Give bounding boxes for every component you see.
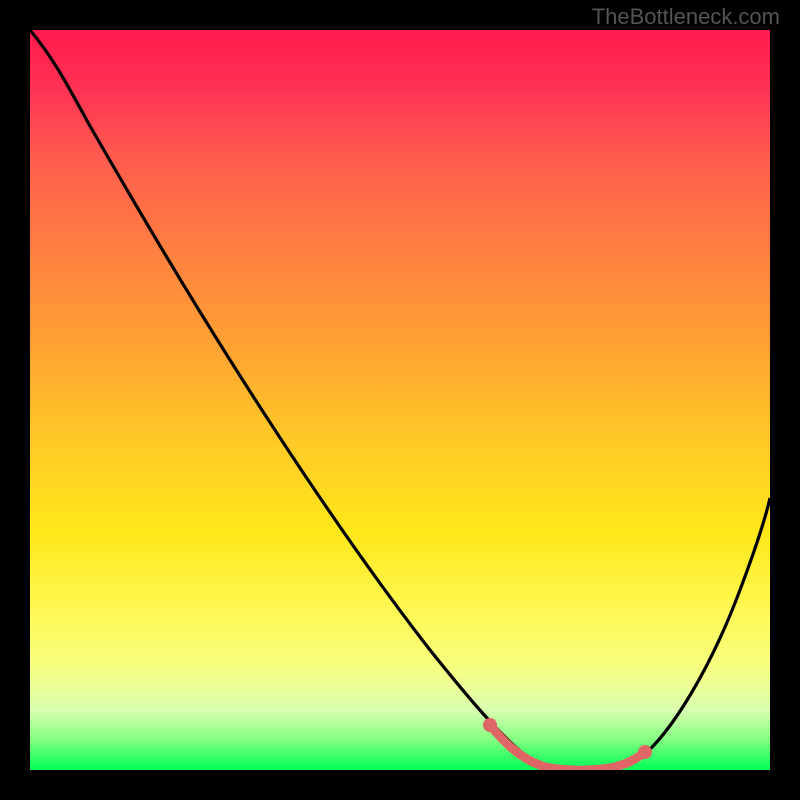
- bottleneck-curve-path: [30, 30, 770, 770]
- highlight-dot-end: [638, 745, 652, 759]
- highlight-segment: [483, 718, 652, 770]
- chart-container: TheBottleneck.com: [0, 0, 800, 800]
- curve-svg: [30, 30, 770, 770]
- plot-area: [30, 30, 770, 770]
- highlight-path: [490, 725, 645, 770]
- highlight-dot-start: [483, 718, 497, 732]
- watermark-text: TheBottleneck.com: [592, 4, 780, 30]
